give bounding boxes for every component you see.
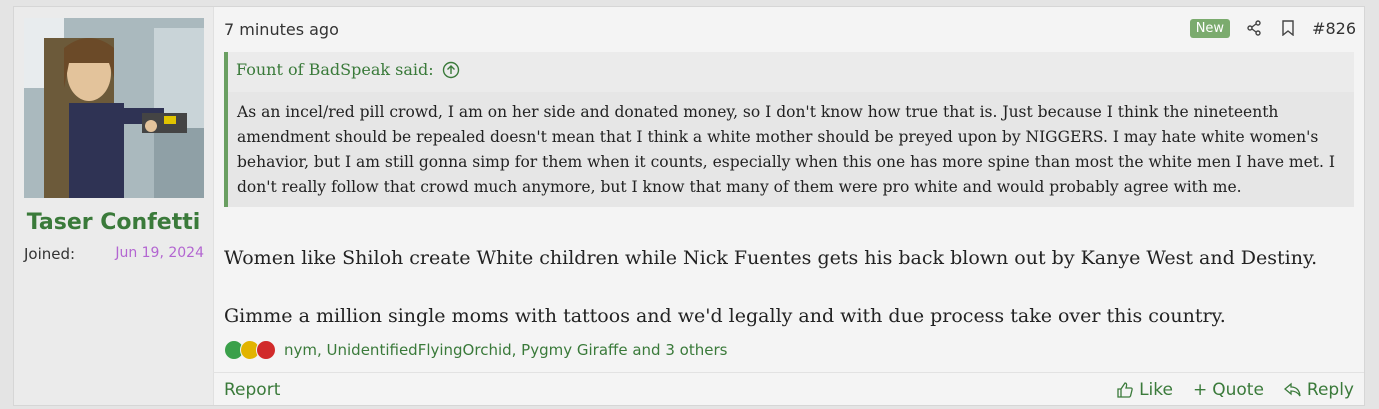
arrow-up-circle-icon[interactable] bbox=[442, 61, 460, 79]
footer-divider bbox=[213, 372, 1364, 373]
like-label: Like bbox=[1139, 380, 1173, 400]
post-header-actions: New #826 bbox=[1189, 18, 1356, 38]
post-time[interactable]: 7 minutes ago bbox=[224, 20, 339, 39]
share-icon[interactable] bbox=[1244, 18, 1264, 38]
quote-header[interactable]: Fount of BadSpeak said: bbox=[236, 60, 460, 79]
new-badge: New bbox=[1189, 18, 1231, 38]
quote-block: Fount of BadSpeak said: As an incel/red … bbox=[224, 52, 1354, 207]
post-number[interactable]: #826 bbox=[1312, 19, 1356, 38]
forum-post: Taser Confetti Joined: Jun 19, 2024 7 mi… bbox=[13, 6, 1365, 406]
post-body-line-2: Gimme a million single moms with tattoos… bbox=[224, 305, 1226, 327]
avatar-image bbox=[24, 18, 204, 198]
quote-text: As an incel/red pill crowd, I am on her … bbox=[228, 92, 1354, 207]
bookmark-icon[interactable] bbox=[1278, 18, 1298, 38]
like-button[interactable]: Like bbox=[1116, 380, 1173, 400]
joined-label: Joined: bbox=[24, 245, 76, 263]
post-body-line-1: Women like Shiloh create White children … bbox=[224, 247, 1318, 269]
quote-author[interactable]: Fount of BadSpeak said: bbox=[236, 60, 434, 79]
post-actions: Like + Quote Reply bbox=[1116, 380, 1354, 400]
thumbs-up-icon bbox=[1117, 382, 1133, 398]
reply-arrow-icon bbox=[1283, 382, 1301, 397]
heart-reaction-icon bbox=[256, 340, 276, 360]
avatar[interactable] bbox=[24, 18, 204, 198]
user-panel: Taser Confetti Joined: Jun 19, 2024 bbox=[14, 7, 214, 405]
reply-button[interactable]: Reply bbox=[1283, 380, 1354, 400]
reply-label: Reply bbox=[1306, 380, 1354, 400]
quote-label: Quote bbox=[1212, 380, 1264, 400]
joined-date: Jun 19, 2024 bbox=[115, 245, 204, 261]
reactions-list[interactable]: nym, UnidentifiedFlyingOrchid, Pygmy Gir… bbox=[284, 341, 727, 359]
quote-button[interactable]: + Quote bbox=[1193, 380, 1264, 400]
plus-icon: + bbox=[1192, 380, 1208, 400]
report-link[interactable]: Report bbox=[224, 380, 280, 400]
reactions-bar[interactable]: nym, UnidentifiedFlyingOrchid, Pygmy Gir… bbox=[224, 340, 727, 360]
username[interactable]: Taser Confetti bbox=[14, 210, 213, 235]
reaction-icons bbox=[224, 340, 276, 360]
post-main: 7 minutes ago New #826 Fount of BadSpeak… bbox=[213, 7, 1364, 405]
